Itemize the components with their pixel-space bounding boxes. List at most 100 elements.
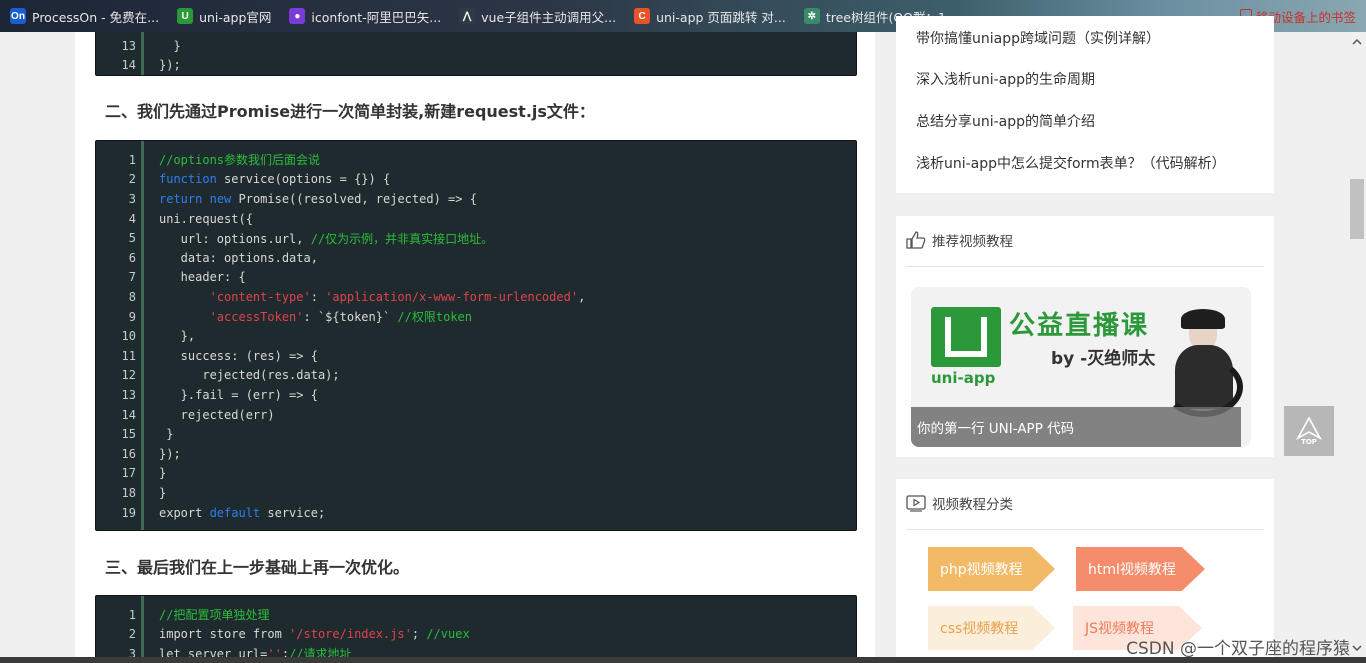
video-banner[interactable]: uni-app 公益直播课 by -灭绝师太 你的第一行 UNI-APP 代码	[911, 287, 1251, 447]
code-token: 'content-type'	[209, 289, 311, 304]
bookmark-label: uni-app 页面跳转 对...	[656, 9, 786, 25]
category-tag-label: css视频教程	[940, 621, 1019, 637]
presenter-figure	[1163, 309, 1243, 417]
code-line: 14});	[96, 56, 856, 76]
line-number: 2	[128, 172, 136, 187]
code-token: //vuex	[426, 627, 470, 642]
code-token: }	[159, 485, 167, 500]
line-number: 7	[128, 270, 136, 285]
code-token: service(options = {}) {	[216, 172, 391, 187]
code-line: 4 uni.request({	[96, 209, 856, 229]
code-token: }	[159, 427, 174, 442]
code-token: ,	[578, 289, 586, 304]
code-token: function	[159, 172, 217, 187]
code-line: 6 data: options.data,	[96, 248, 856, 268]
code-token: rejected(res.data);	[159, 368, 340, 383]
bookmark-item[interactable]: ⋀ vue子组件主动调用父...	[449, 0, 624, 32]
line-number: 14	[121, 407, 136, 422]
vue-icon: ⋀	[459, 8, 476, 24]
logo-text: uni-app	[931, 369, 996, 387]
category-tag[interactable]: php视频教程	[928, 547, 1055, 591]
tree-icon: ✲	[803, 8, 820, 24]
banner-title: 公益直播课	[1009, 311, 1150, 341]
scrollbar-thumb[interactable]	[1350, 179, 1364, 239]
code-token: header: {	[159, 270, 246, 285]
csdn-watermark: CSDN @一个双子座的程序猿	[1126, 639, 1350, 659]
code-token: url: options.url,	[159, 231, 311, 246]
csdn-icon: C	[634, 8, 651, 24]
banner-caption: 你的第一行 UNI-APP 代码	[911, 407, 1241, 447]
uniapp-icon: U	[177, 8, 194, 24]
code-token: //权限token	[397, 310, 472, 325]
code-token: //把配置项单独处理	[159, 608, 270, 623]
code-line: 15 }	[96, 424, 856, 444]
code-token: return	[159, 191, 203, 206]
bookmark-item[interactable]: On ProcessOn - 免费在...	[0, 0, 167, 32]
code-line: 18}	[96, 483, 856, 503]
related-article-link[interactable]: 浅析uni-app中怎么提交form表单？（代码解析）	[916, 153, 1226, 173]
iconfont-icon: ●	[289, 8, 306, 24]
code-token: });	[159, 446, 181, 461]
line-number: 13	[121, 387, 136, 402]
code-token: });	[159, 58, 181, 73]
video-play-icon	[906, 495, 926, 512]
bookmark-item[interactable]: Uuni-app官网	[167, 0, 279, 32]
bookmark-label: vue子组件主动调用父...	[481, 9, 617, 25]
line-number: 4	[128, 211, 136, 226]
code-line: 3 return new Promise((resolved, rejected)…	[96, 189, 856, 209]
code-block: 1 //把配置项单独处理 2 import store from '/store/in…	[95, 595, 857, 663]
category-tag[interactable]: css视频教程	[928, 606, 1055, 650]
code-token: 'application/x-www-form-urlencoded'	[325, 289, 579, 304]
uniapp-logo	[931, 307, 1001, 367]
category-tag[interactable]: html视频教程	[1076, 547, 1205, 591]
line-number: 14	[121, 58, 136, 73]
code-line: 12 rejected(res.data);	[96, 366, 856, 386]
line-number: 3	[128, 191, 136, 206]
banner-byline: by -灭绝师太	[1051, 349, 1156, 369]
line-number: 5	[128, 231, 136, 246]
code-line: 5 url: options.url, //仅为示例，并非真实接口地址。	[96, 228, 856, 248]
code-line: 16});	[96, 444, 856, 464]
code-token: success: (res) => {	[159, 348, 318, 363]
scroll-up-icon[interactable]	[1348, 34, 1366, 50]
code-token: Promise((resolved, rejected) => {	[231, 191, 477, 206]
line-number: 12	[121, 368, 136, 383]
code-token: }	[159, 466, 167, 481]
code-line: 17}	[96, 464, 856, 484]
article-content: 13 } 14}); 二、我们先通过Promise进行一次简单封装,新建reque…	[75, 32, 875, 663]
code-token: 'accessToken'	[209, 310, 304, 325]
line-number: 19	[121, 505, 136, 520]
code-token: : `${token}`	[303, 310, 398, 325]
code-line: 7 header: {	[96, 268, 856, 288]
code-token: data: options.data,	[159, 250, 318, 265]
related-article-link[interactable]: 总结分享uni-app的简单介绍	[916, 111, 1095, 131]
line-number: 1	[128, 607, 136, 622]
code-token: uni.request({	[159, 211, 253, 226]
code-token: '/store/index.js'	[289, 627, 412, 642]
scroll-down-icon[interactable]	[1348, 640, 1366, 656]
card-title: 推荐视频教程	[906, 230, 1013, 250]
code-line: 1 //options参数我们后面会说	[96, 150, 856, 170]
related-article-link[interactable]: 深入浅析uni-app的生命周期	[916, 69, 1095, 89]
bookmark-label: iconfont-阿里巴巴矢...	[311, 9, 442, 25]
bookmark-item[interactable]: ● iconfont-阿里巴巴矢...	[279, 0, 449, 32]
processon-icon: On	[10, 8, 26, 24]
taskbar-strip	[0, 657, 1366, 663]
related-article-link[interactable]: 带你搞懂uniapp跨域问题（实例详解）	[916, 28, 1160, 48]
card-title: 视频教程分类	[906, 493, 1013, 513]
code-line: 9 'accessToken': `${token}` //权限token	[96, 307, 856, 327]
page-scrollbar[interactable]	[1348, 32, 1366, 663]
line-number: 16	[121, 446, 136, 461]
bookmark-item[interactable]: Cuni-app 页面跳转 对...	[624, 0, 794, 32]
code-token: rejected(err)	[159, 407, 275, 422]
code-token: default	[209, 505, 261, 520]
code-token: //仅为示例，并非真实接口地址。	[310, 231, 494, 246]
code-token: ;	[411, 627, 427, 642]
back-to-top-button[interactable]: TOP	[1284, 406, 1334, 456]
recommended-video-card: 推荐视频教程 uni-app 公益直播课 by -灭绝师太 你的第一行 UNI-…	[896, 216, 1274, 457]
code-token: new	[209, 191, 232, 206]
code-token: //options参数我们后面会说	[159, 153, 321, 168]
line-number: 17	[121, 466, 136, 481]
